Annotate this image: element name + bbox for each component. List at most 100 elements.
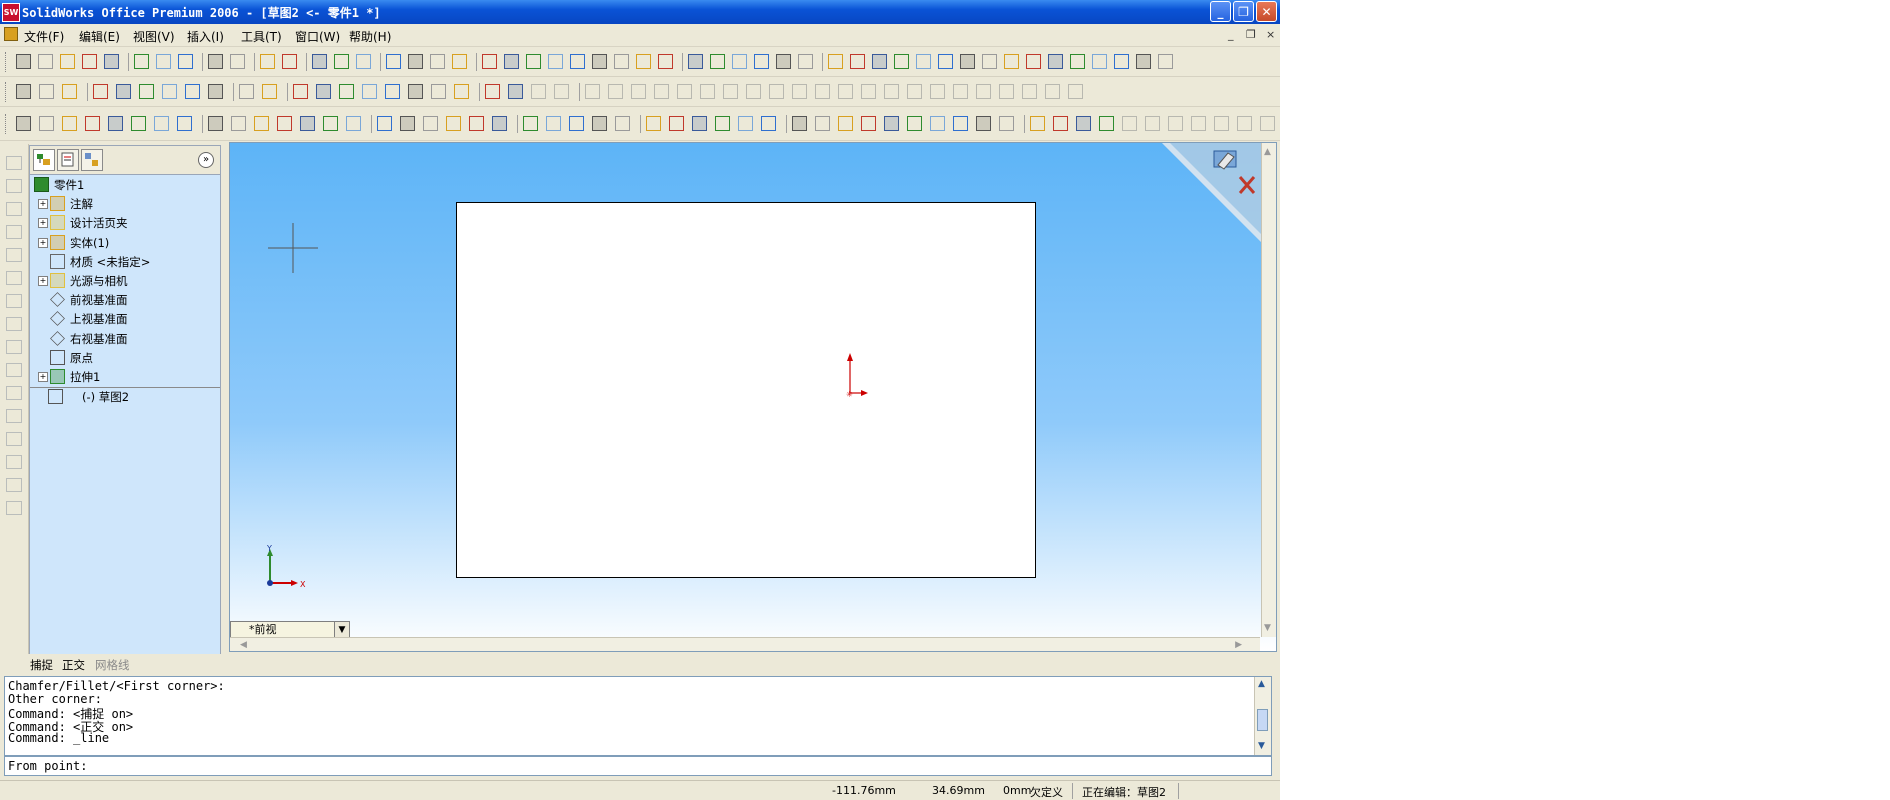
- toolbar-tool-icon[interactable]: [732, 54, 747, 69]
- toolbar-tool-icon[interactable]: [362, 84, 377, 99]
- toolbar-tool-icon[interactable]: [82, 54, 97, 69]
- toolbar-tool-icon[interactable]: [677, 84, 692, 99]
- toolbar-tool-icon[interactable]: [592, 116, 607, 131]
- toolbar-tool-icon[interactable]: [262, 84, 277, 99]
- toolbar-tool-icon[interactable]: [293, 84, 308, 99]
- toolbar-tool-icon[interactable]: [1045, 84, 1060, 99]
- toolbar-tool-icon[interactable]: [1168, 116, 1183, 131]
- toolbar-tool-icon[interactable]: [356, 54, 371, 69]
- menu-view[interactable]: 视图(V): [133, 28, 175, 45]
- ortho-toggle[interactable]: 正交: [62, 657, 85, 673]
- vertical-tool-icon[interactable]: [6, 294, 22, 308]
- toolbar-tool-icon[interactable]: [1214, 116, 1229, 131]
- toolbar-tool-icon[interactable]: [39, 116, 54, 131]
- toolbar-tool-icon[interactable]: [231, 116, 246, 131]
- toolbar-tool-icon[interactable]: [976, 84, 991, 99]
- toolbar-tool-icon[interactable]: [884, 84, 899, 99]
- toolbar-tool-icon[interactable]: [131, 116, 146, 131]
- toolbar-tool-icon[interactable]: [1004, 54, 1019, 69]
- expand-icon[interactable]: +: [38, 276, 48, 286]
- toolbar-tool-icon[interactable]: [608, 84, 623, 99]
- toolbar-tool-icon[interactable]: [754, 54, 769, 69]
- tree-item[interactable]: + 光源与相机: [30, 272, 220, 290]
- vertical-scrollbar[interactable]: ▲ ▼: [1261, 143, 1276, 637]
- toolbar-tool-icon[interactable]: [982, 54, 997, 69]
- menu-window[interactable]: 窗口(W): [295, 28, 340, 45]
- menu-help[interactable]: 帮助(H): [349, 28, 391, 45]
- toolbar-tool-icon[interactable]: [592, 54, 607, 69]
- vertical-tool-icon[interactable]: [6, 156, 22, 170]
- toolbar-tool-icon[interactable]: [62, 84, 77, 99]
- toolbar-tool-icon[interactable]: [999, 116, 1014, 131]
- toolbar-tool-icon[interactable]: [38, 54, 53, 69]
- toolbar-tool-icon[interactable]: [570, 54, 585, 69]
- toolbar-tool-icon[interactable]: [1191, 116, 1206, 131]
- toolbar-tool-icon[interactable]: [960, 54, 975, 69]
- menu-insert[interactable]: 插入(I): [187, 28, 224, 45]
- toolbar-tool-icon[interactable]: [700, 84, 715, 99]
- toolbar-tool-icon[interactable]: [548, 54, 563, 69]
- toolbar-tool-icon[interactable]: [798, 54, 813, 69]
- toolbar-tool-icon[interactable]: [116, 84, 131, 99]
- command-scrollbar[interactable]: ▲ ▼: [1254, 677, 1271, 755]
- toolbar-tool-icon[interactable]: [400, 116, 415, 131]
- toolbar-tool-icon[interactable]: [792, 84, 807, 99]
- toolbar-tool-icon[interactable]: [1099, 116, 1114, 131]
- toolbar-tool-icon[interactable]: [260, 54, 275, 69]
- toolbar-tool-icon[interactable]: [815, 116, 830, 131]
- toolbar-tool-icon[interactable]: [1260, 116, 1275, 131]
- toolbar-tool-icon[interactable]: [469, 116, 484, 131]
- toolbar-tool-icon[interactable]: [872, 54, 887, 69]
- toolbar-tool-icon[interactable]: [282, 54, 297, 69]
- toolbar-tool-icon[interactable]: [838, 116, 853, 131]
- toolbar-tool-icon[interactable]: [692, 116, 707, 131]
- toolbar-tool-icon[interactable]: [636, 54, 651, 69]
- toolbar-tool-icon[interactable]: [526, 54, 541, 69]
- vertical-tool-icon[interactable]: [6, 271, 22, 285]
- toolbar-tool-icon[interactable]: [930, 84, 945, 99]
- toolbar-tool-icon[interactable]: [523, 116, 538, 131]
- toolbar-tool-icon[interactable]: [669, 116, 684, 131]
- propertymanager-tab[interactable]: [57, 149, 79, 171]
- tree-root-part[interactable]: 零件1: [30, 176, 220, 194]
- toolbar-tool-icon[interactable]: [16, 84, 31, 99]
- vertical-tool-icon[interactable]: [6, 455, 22, 469]
- toolbar-tool-icon[interactable]: [208, 84, 223, 99]
- vertical-tool-icon[interactable]: [6, 363, 22, 377]
- toolbar-tool-icon[interactable]: [334, 54, 349, 69]
- tree-item[interactable]: 上视基准面: [30, 310, 220, 328]
- exit-sketch-icon[interactable]: [1213, 150, 1237, 170]
- toolbar-tool-icon[interactable]: [569, 116, 584, 131]
- toolbar-tool-icon[interactable]: [894, 54, 909, 69]
- toolbar-tool-icon[interactable]: [1070, 54, 1085, 69]
- tree-item[interactable]: 材质 <未指定>: [30, 253, 220, 271]
- tree-item[interactable]: + 设计活页夹: [30, 214, 220, 232]
- toolbar-tool-icon[interactable]: [723, 84, 738, 99]
- toolbar-tool-icon[interactable]: [1030, 116, 1045, 131]
- menu-file[interactable]: 文件(F): [24, 28, 64, 45]
- toolbar-tool-icon[interactable]: [531, 84, 546, 99]
- close-button[interactable]: ✕: [1256, 1, 1277, 22]
- toolbar-tool-icon[interactable]: [39, 84, 54, 99]
- scroll-down-icon[interactable]: ▼: [1264, 623, 1271, 633]
- toolbar-tool-icon[interactable]: [454, 84, 469, 99]
- scroll-left-icon[interactable]: ◀: [240, 640, 247, 650]
- toolbar-tool-icon[interactable]: [1022, 84, 1037, 99]
- scroll-thumb[interactable]: [1257, 709, 1268, 731]
- tree-item[interactable]: + 拉伸1: [30, 368, 220, 386]
- maximize-button[interactable]: ❐: [1233, 1, 1254, 22]
- expand-icon[interactable]: +: [38, 218, 48, 229]
- toolbar-tool-icon[interactable]: [1026, 54, 1041, 69]
- toolbar-tool-icon[interactable]: [508, 84, 523, 99]
- toolbar-tool-icon[interactable]: [815, 84, 830, 99]
- toolbar-tool-icon[interactable]: [482, 54, 497, 69]
- toolbar-tool-icon[interactable]: [162, 84, 177, 99]
- toolbar-tool-icon[interactable]: [953, 116, 968, 131]
- graphics-area[interactable]: ✳ Y X *前视 ▼ ◀ ▶ ▲ ▼: [229, 142, 1277, 652]
- toolbar-tool-icon[interactable]: [323, 116, 338, 131]
- toolbar-tool-icon[interactable]: [156, 54, 171, 69]
- featuremanager-tab[interactable]: [33, 149, 55, 171]
- vertical-tool-icon[interactable]: [6, 478, 22, 492]
- toolbar-tool-icon[interactable]: [1114, 54, 1129, 69]
- toolbar-tool-icon[interactable]: [386, 54, 401, 69]
